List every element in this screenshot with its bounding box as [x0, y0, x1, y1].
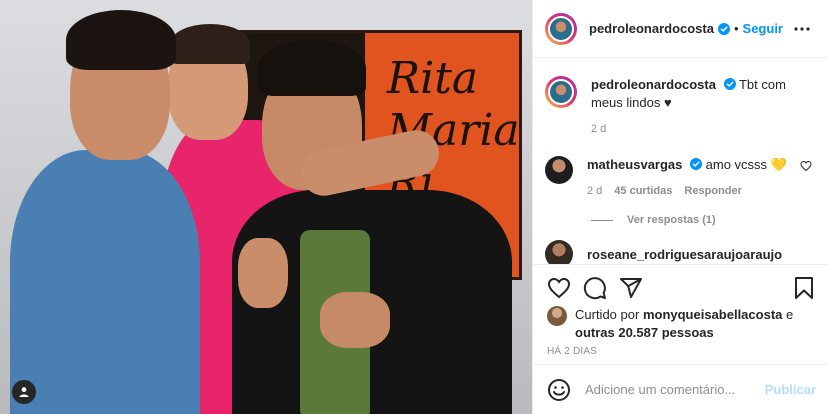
header-separator: • — [733, 21, 739, 36]
post-sidebar: pedroleonardocosta • Seguir pedroleonard… — [532, 0, 828, 414]
caption-avatar[interactable] — [545, 76, 577, 108]
comment-text: amo vcsss 💛 — [705, 157, 787, 172]
post-header: pedroleonardocosta • Seguir — [533, 0, 828, 58]
bookmark-icon — [795, 276, 813, 299]
comment-username[interactable]: roseane_rodriguesaraujoaraujo — [587, 247, 782, 262]
comment-icon — [583, 276, 606, 299]
view-replies-label: Ver respostas (1) — [627, 214, 716, 226]
reply-button[interactable]: Responder — [684, 182, 741, 200]
commenter-avatar[interactable] — [545, 240, 573, 264]
person-3-hair — [258, 40, 366, 96]
share-icon — [620, 277, 642, 298]
verified-badge-icon — [717, 22, 730, 35]
comment-username[interactable]: matheusvargas — [587, 157, 682, 172]
more-options-icon — [794, 26, 810, 31]
person-2-hair — [170, 24, 250, 64]
more-options-button[interactable] — [790, 17, 814, 41]
post-photo[interactable]: Rita Maria Ri — [0, 0, 532, 414]
likes-joiner: e — [786, 307, 794, 322]
share-button[interactable] — [619, 276, 643, 300]
comment-input[interactable]: Adicione um comentário... — [585, 382, 765, 397]
comment-button[interactable] — [583, 276, 607, 300]
liker-avatar[interactable] — [547, 306, 567, 326]
emoji-button[interactable] — [547, 378, 571, 402]
liker-username[interactable]: monyqueisabellacosta — [643, 307, 782, 322]
follow-button[interactable]: Seguir — [743, 21, 783, 36]
comment-likes[interactable]: 45 curtidas — [614, 182, 672, 200]
comment-row: matheusvargas amo vcsss 💛 2 d 45 curtida… — [545, 156, 812, 200]
verified-badge-icon — [723, 78, 736, 90]
hand-peace-sign — [320, 292, 390, 348]
caption-time[interactable]: 2 d — [591, 120, 606, 138]
caption-meta: 2 d — [591, 120, 812, 138]
heart-icon — [547, 277, 571, 298]
user-tag-icon — [19, 387, 29, 397]
person-1-hair — [66, 10, 176, 70]
comment-row-partial: roseane_rodriguesaraujoaraujo — [545, 240, 812, 264]
commenter-avatar[interactable] — [545, 156, 573, 184]
likes-prefix: Curtido por — [575, 307, 640, 322]
comment-time[interactable]: 2 d — [587, 182, 602, 200]
action-bar — [533, 264, 828, 310]
user-tag-button[interactable] — [12, 380, 36, 404]
comment-like-heart-icon[interactable] — [800, 160, 812, 172]
hand-left — [238, 238, 288, 308]
like-button[interactable] — [547, 276, 571, 300]
author-avatar[interactable] — [545, 12, 577, 45]
save-button[interactable] — [792, 276, 816, 300]
caption-row: pedroleonardocosta Tbt com meus lindos ♥… — [545, 76, 812, 138]
person-1-body — [10, 150, 200, 414]
likes-others-link[interactable]: outras 20.587 pessoas — [575, 325, 714, 340]
caption-username[interactable]: pedroleonardocosta — [591, 77, 716, 92]
verified-badge-icon — [690, 158, 703, 170]
author-username[interactable]: pedroleonardocosta — [589, 21, 714, 36]
post-date[interactable]: HÁ 2 DIAS — [547, 346, 597, 357]
likes-summary: Curtido por monyqueisabellacosta e outra… — [547, 306, 816, 342]
add-comment-bar: Adicione um comentário... Publicar — [533, 364, 828, 414]
publish-button[interactable]: Publicar — [765, 382, 816, 397]
comment-meta: 2 d 45 curtidas Responder — [587, 182, 792, 200]
replies-divider — [591, 219, 613, 221]
emoji-icon — [548, 378, 570, 401]
comments-section[interactable]: pedroleonardocosta Tbt com meus lindos ♥… — [533, 58, 828, 264]
poster-line-1: Rita — [387, 53, 479, 104]
view-replies-button[interactable]: Ver respostas (1) — [591, 214, 812, 226]
